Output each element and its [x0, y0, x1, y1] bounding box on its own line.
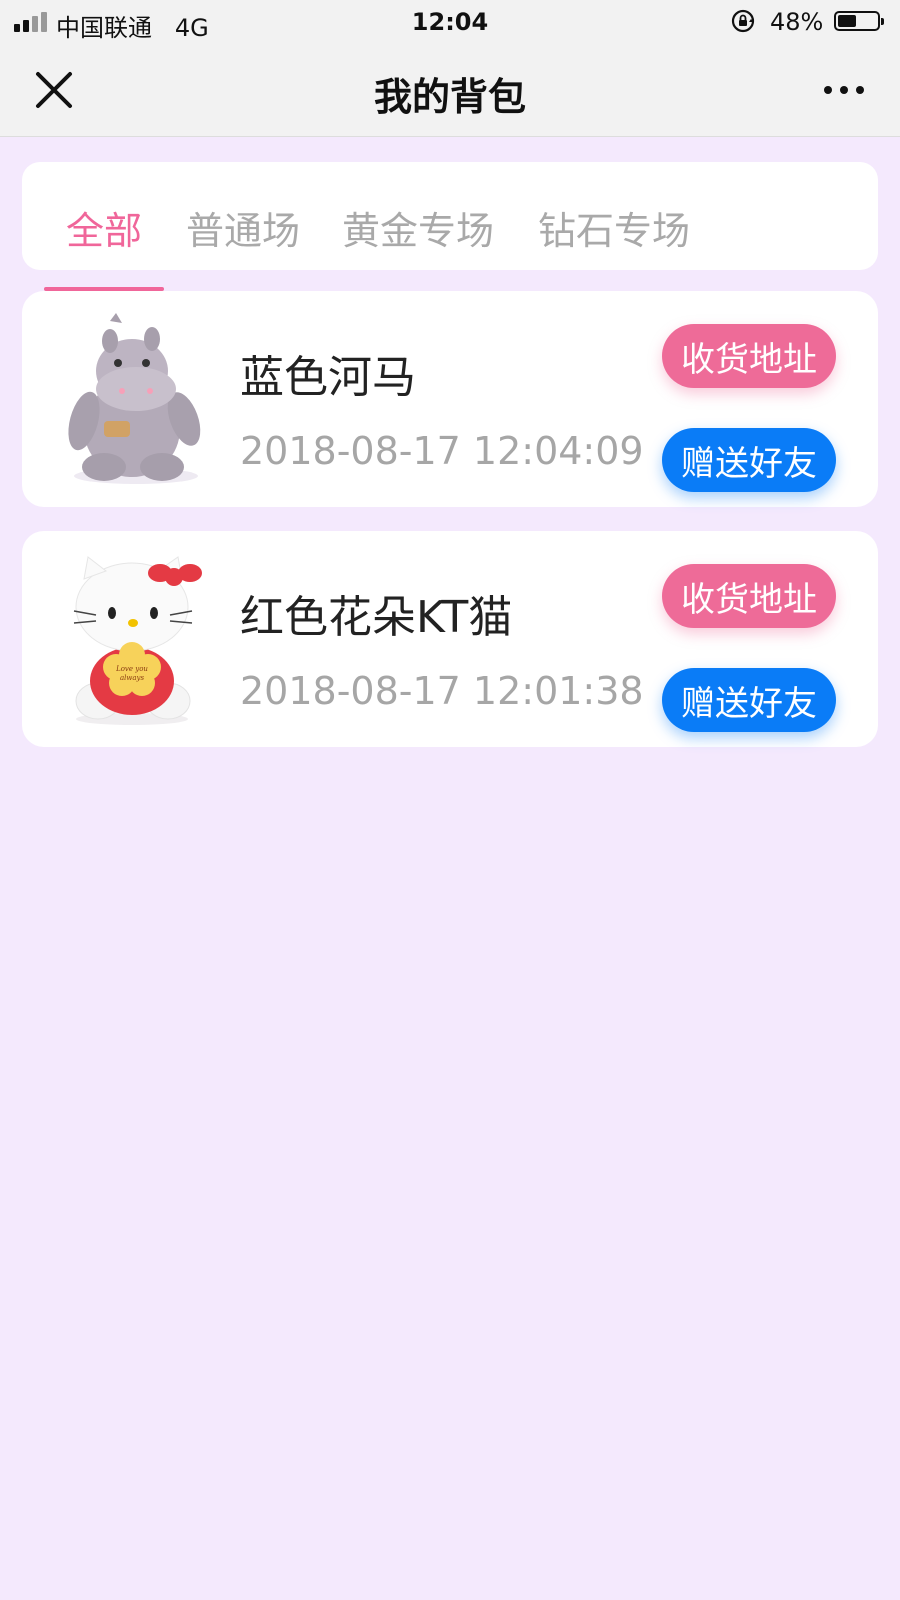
shipping-address-button[interactable]: 收货地址 [662, 564, 836, 628]
battery-fill [838, 15, 856, 27]
backpack-item: 蓝色河马 2018-08-17 12:04:09 收货地址 赠送好友 [22, 291, 878, 507]
item-time: 2018-08-17 12:01:38 [240, 669, 644, 713]
hippo-plush-image [68, 313, 201, 484]
shipping-address-button[interactable]: 收货地址 [662, 324, 836, 388]
tab-diamond[interactable]: 钻石专场 [538, 200, 690, 255]
nav-bar: 我的背包 [0, 44, 900, 137]
category-tabs: 全部 普通场 黄金专场 钻石专场 [22, 162, 878, 270]
status-bar: 中国联通 4G 12:04 48% [0, 0, 900, 44]
battery-percent: 48% [770, 8, 824, 36]
backpack-item: Love you always 红色花朵KT猫 2018-08-17 12:01… [22, 531, 878, 747]
hello-kitty-plush-image: Love you always [73, 556, 202, 725]
rotation-lock-icon [731, 9, 755, 33]
item-name: 红色花朵KT猫 [240, 592, 513, 643]
item-name: 蓝色河马 [240, 352, 416, 403]
page-title: 我的背包 [373, 75, 526, 119]
battery-icon [834, 11, 884, 31]
status-time: 12:04 [411, 8, 489, 36]
more-icon[interactable] [818, 74, 868, 104]
tab-gold[interactable]: 黄金专场 [342, 200, 494, 255]
item-time: 2018-08-17 12:04:09 [240, 429, 644, 473]
tab-all[interactable]: 全部 [66, 200, 142, 255]
gift-friend-button[interactable]: 赠送好友 [662, 428, 836, 492]
svg-text:always: always [120, 674, 145, 682]
gift-friend-button[interactable]: 赠送好友 [662, 668, 836, 732]
plush-heart-text: Love you [115, 665, 148, 673]
tab-normal[interactable]: 普通场 [186, 200, 300, 255]
